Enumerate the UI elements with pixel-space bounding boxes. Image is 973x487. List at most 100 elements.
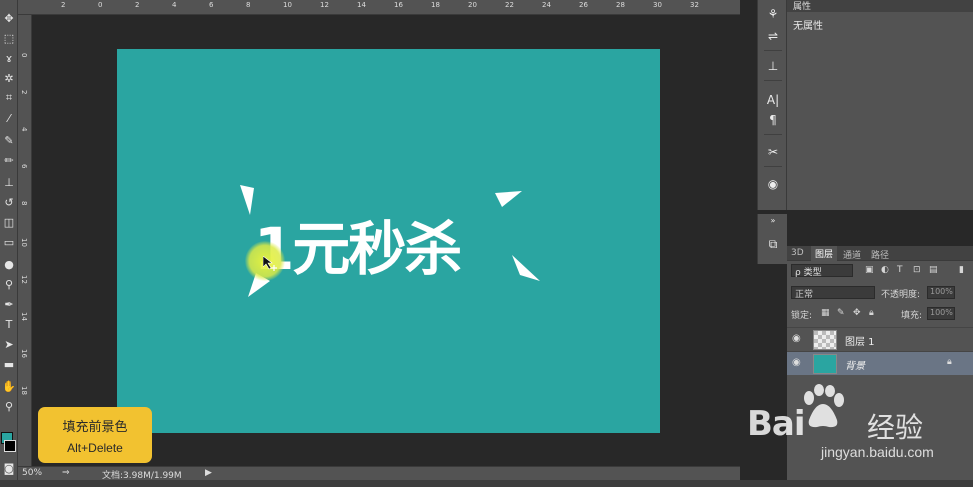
filter-pixel-icon[interactable]: ▣ xyxy=(865,265,874,275)
tip-title: 填充前景色 xyxy=(62,420,128,435)
eyedropper-tool-icon[interactable]: ⁄ xyxy=(0,108,18,128)
tab-channels[interactable]: 通道 xyxy=(843,248,861,261)
shape-tool-icon[interactable]: ▬ xyxy=(0,354,18,374)
crop-tool-icon[interactable]: ⌗ xyxy=(0,88,18,108)
tab-layers[interactable]: 图层 xyxy=(811,246,838,261)
ruler-tick-label: 14 xyxy=(357,1,366,9)
lasso-tool-icon[interactable]: ɤ xyxy=(0,48,18,68)
document-canvas[interactable]: 1元秒杀 xyxy=(117,49,660,433)
eraser-tool-icon[interactable]: ◫ xyxy=(0,212,18,232)
gradient-tool-icon[interactable]: ▭ xyxy=(0,232,18,252)
tip-shortcut: Alt+Delete xyxy=(67,441,123,455)
ruler-tick-label: 20 xyxy=(468,1,477,9)
fill-label: 填充: xyxy=(901,311,923,321)
filter-smart-object-icon[interactable]: ▤ xyxy=(929,265,938,275)
ruler-tick-label: 10 xyxy=(283,1,292,9)
layer-thumbnail xyxy=(813,354,837,374)
type-tool-icon[interactable]: T xyxy=(0,314,18,334)
blur-tool-icon[interactable]: ● xyxy=(0,254,18,274)
divider xyxy=(764,50,782,51)
filter-adjustment-icon[interactable]: ◐ xyxy=(881,265,889,275)
layer-name: 图层 1 xyxy=(845,337,875,348)
filter-type-icon[interactable]: T xyxy=(897,265,903,275)
magic-wand-tool-icon[interactable]: ✲ xyxy=(0,68,18,88)
divider xyxy=(764,166,782,167)
properties-empty-text: 无属性 xyxy=(793,21,823,32)
background-color-swatch[interactable] xyxy=(4,440,16,452)
ruler-tick-label: 28 xyxy=(616,1,625,9)
brush-tool-icon[interactable]: ✏ xyxy=(0,150,18,170)
ruler-tick-label: 12 xyxy=(20,275,28,284)
status-menu-arrow-icon[interactable]: ▶ xyxy=(205,468,212,478)
lock-transparent-icon[interactable]: ▦ xyxy=(821,308,830,318)
dodge-tool-icon[interactable]: ⚲ xyxy=(0,274,18,294)
path-selection-tool-icon[interactable]: ➤ xyxy=(0,334,18,354)
zoom-level[interactable]: 50% xyxy=(22,468,42,478)
layer-name: 背景 xyxy=(845,361,865,372)
visibility-eye-icon[interactable]: ◉ xyxy=(792,357,801,368)
move-cursor-icon xyxy=(263,256,277,271)
pen-tool-icon[interactable]: ✒ xyxy=(0,294,18,314)
tab-3d[interactable]: 3D xyxy=(791,248,804,258)
ruler-tick-label: 6 xyxy=(20,164,28,169)
lock-all-icon[interactable]: 🔒︎ xyxy=(869,308,874,318)
status-bar: 50% ⇒ 文档:3.98M/1.99M ▶ xyxy=(18,466,740,481)
ruler-tick-label: 4 xyxy=(20,127,28,132)
layers-tab-bar: 3D 图层 通道 路径 xyxy=(787,246,973,261)
layer-row[interactable]: ◉ 图层 1 xyxy=(787,327,973,351)
fill-input[interactable]: 100% xyxy=(927,307,955,320)
layer-comps-icon[interactable]: ⧉ xyxy=(758,234,788,254)
panel-icon-column: ⚘ ⇌ ⊥ A| ¶ ✂ ◉ xyxy=(757,0,787,210)
share-icon[interactable]: ⇒ xyxy=(62,468,70,478)
decor-stroke xyxy=(512,255,540,281)
blend-mode-select[interactable]: 正常 xyxy=(791,286,875,300)
layer-row-selected[interactable]: ◉ 背景 🔒︎ xyxy=(787,351,973,375)
filter-toggle-icon[interactable]: ▮ xyxy=(959,265,964,275)
character-icon[interactable]: A| xyxy=(758,90,788,110)
baidu-watermark: Bai 经验 jingyan.baidu.com xyxy=(747,380,957,470)
vertical-ruler: 0 2 4 6 8 10 12 14 16 18 xyxy=(18,15,32,466)
clone-stamp-tool-icon[interactable]: ⊥ xyxy=(0,172,18,192)
history-brush-tool-icon[interactable]: ↺ xyxy=(0,192,18,212)
shortcut-tip: 填充前景色 Alt+Delete xyxy=(38,407,152,463)
ruler-tick-label: 4 xyxy=(172,1,177,9)
paragraph-icon[interactable]: ¶ xyxy=(758,110,788,130)
properties-tab[interactable]: 属性 xyxy=(787,0,973,12)
ruler-tick-label: 32 xyxy=(690,1,699,9)
layer-filter-select[interactable]: ρ 类型 xyxy=(791,264,853,278)
ruler-tick-label: 2 xyxy=(61,1,66,9)
marquee-tool-icon[interactable]: ⬚ xyxy=(0,28,18,48)
ruler-tick-label: 2 xyxy=(20,90,28,95)
adjustments-icon[interactable]: ⇌ xyxy=(758,26,788,46)
expand-panels-icon[interactable]: » xyxy=(758,214,788,226)
visibility-eye-icon[interactable]: ◉ xyxy=(792,333,801,344)
clone-source-icon[interactable]: ⊥ xyxy=(758,56,788,76)
tool-presets-icon[interactable]: ✂ xyxy=(758,142,788,162)
horizontal-ruler: 2 0 2 4 6 8 10 12 14 16 18 20 22 24 26 2… xyxy=(18,0,740,15)
healing-brush-tool-icon[interactable]: ✎ xyxy=(0,130,18,150)
lock-image-icon[interactable]: ✎ xyxy=(837,308,845,318)
opacity-input[interactable]: 100% xyxy=(927,286,955,299)
hand-tool-icon[interactable]: ✋ xyxy=(0,376,18,396)
tools-panel: ✥ ⬚ ɤ ✲ ⌗ ⁄ ✎ ✏ ⊥ ↺ ◫ ▭ ● ⚲ ✒ T ➤ ▬ ✋ ⚲ … xyxy=(0,0,18,487)
history-icon[interactable]: ⚘ xyxy=(758,4,788,24)
mini-panel-column: » ⧉ xyxy=(757,214,787,264)
move-tool-icon[interactable]: ✥ xyxy=(0,8,18,28)
ruler-tick-label: 0 xyxy=(98,1,103,9)
quick-mask-icon[interactable]: ◙ xyxy=(0,458,18,478)
ruler-tick-label: 2 xyxy=(135,1,140,9)
3d-icon[interactable]: ◉ xyxy=(758,174,788,194)
tab-paths[interactable]: 路径 xyxy=(871,248,889,261)
divider xyxy=(764,80,782,81)
layer-thumbnail xyxy=(813,330,837,350)
lock-position-icon[interactable]: ✥ xyxy=(853,308,861,318)
baidu-paw-logo-icon xyxy=(804,384,844,428)
ruler-tick-label: 8 xyxy=(20,201,28,206)
watermark-brand: Bai xyxy=(747,404,806,444)
ruler-tick-label: 30 xyxy=(653,1,662,9)
ruler-tick-label: 24 xyxy=(542,1,551,9)
timeline-strip xyxy=(0,480,973,487)
zoom-tool-icon[interactable]: ⚲ xyxy=(0,396,18,416)
ruler-tick-label: 8 xyxy=(246,1,251,9)
filter-shape-icon[interactable]: ⊡ xyxy=(913,265,921,275)
